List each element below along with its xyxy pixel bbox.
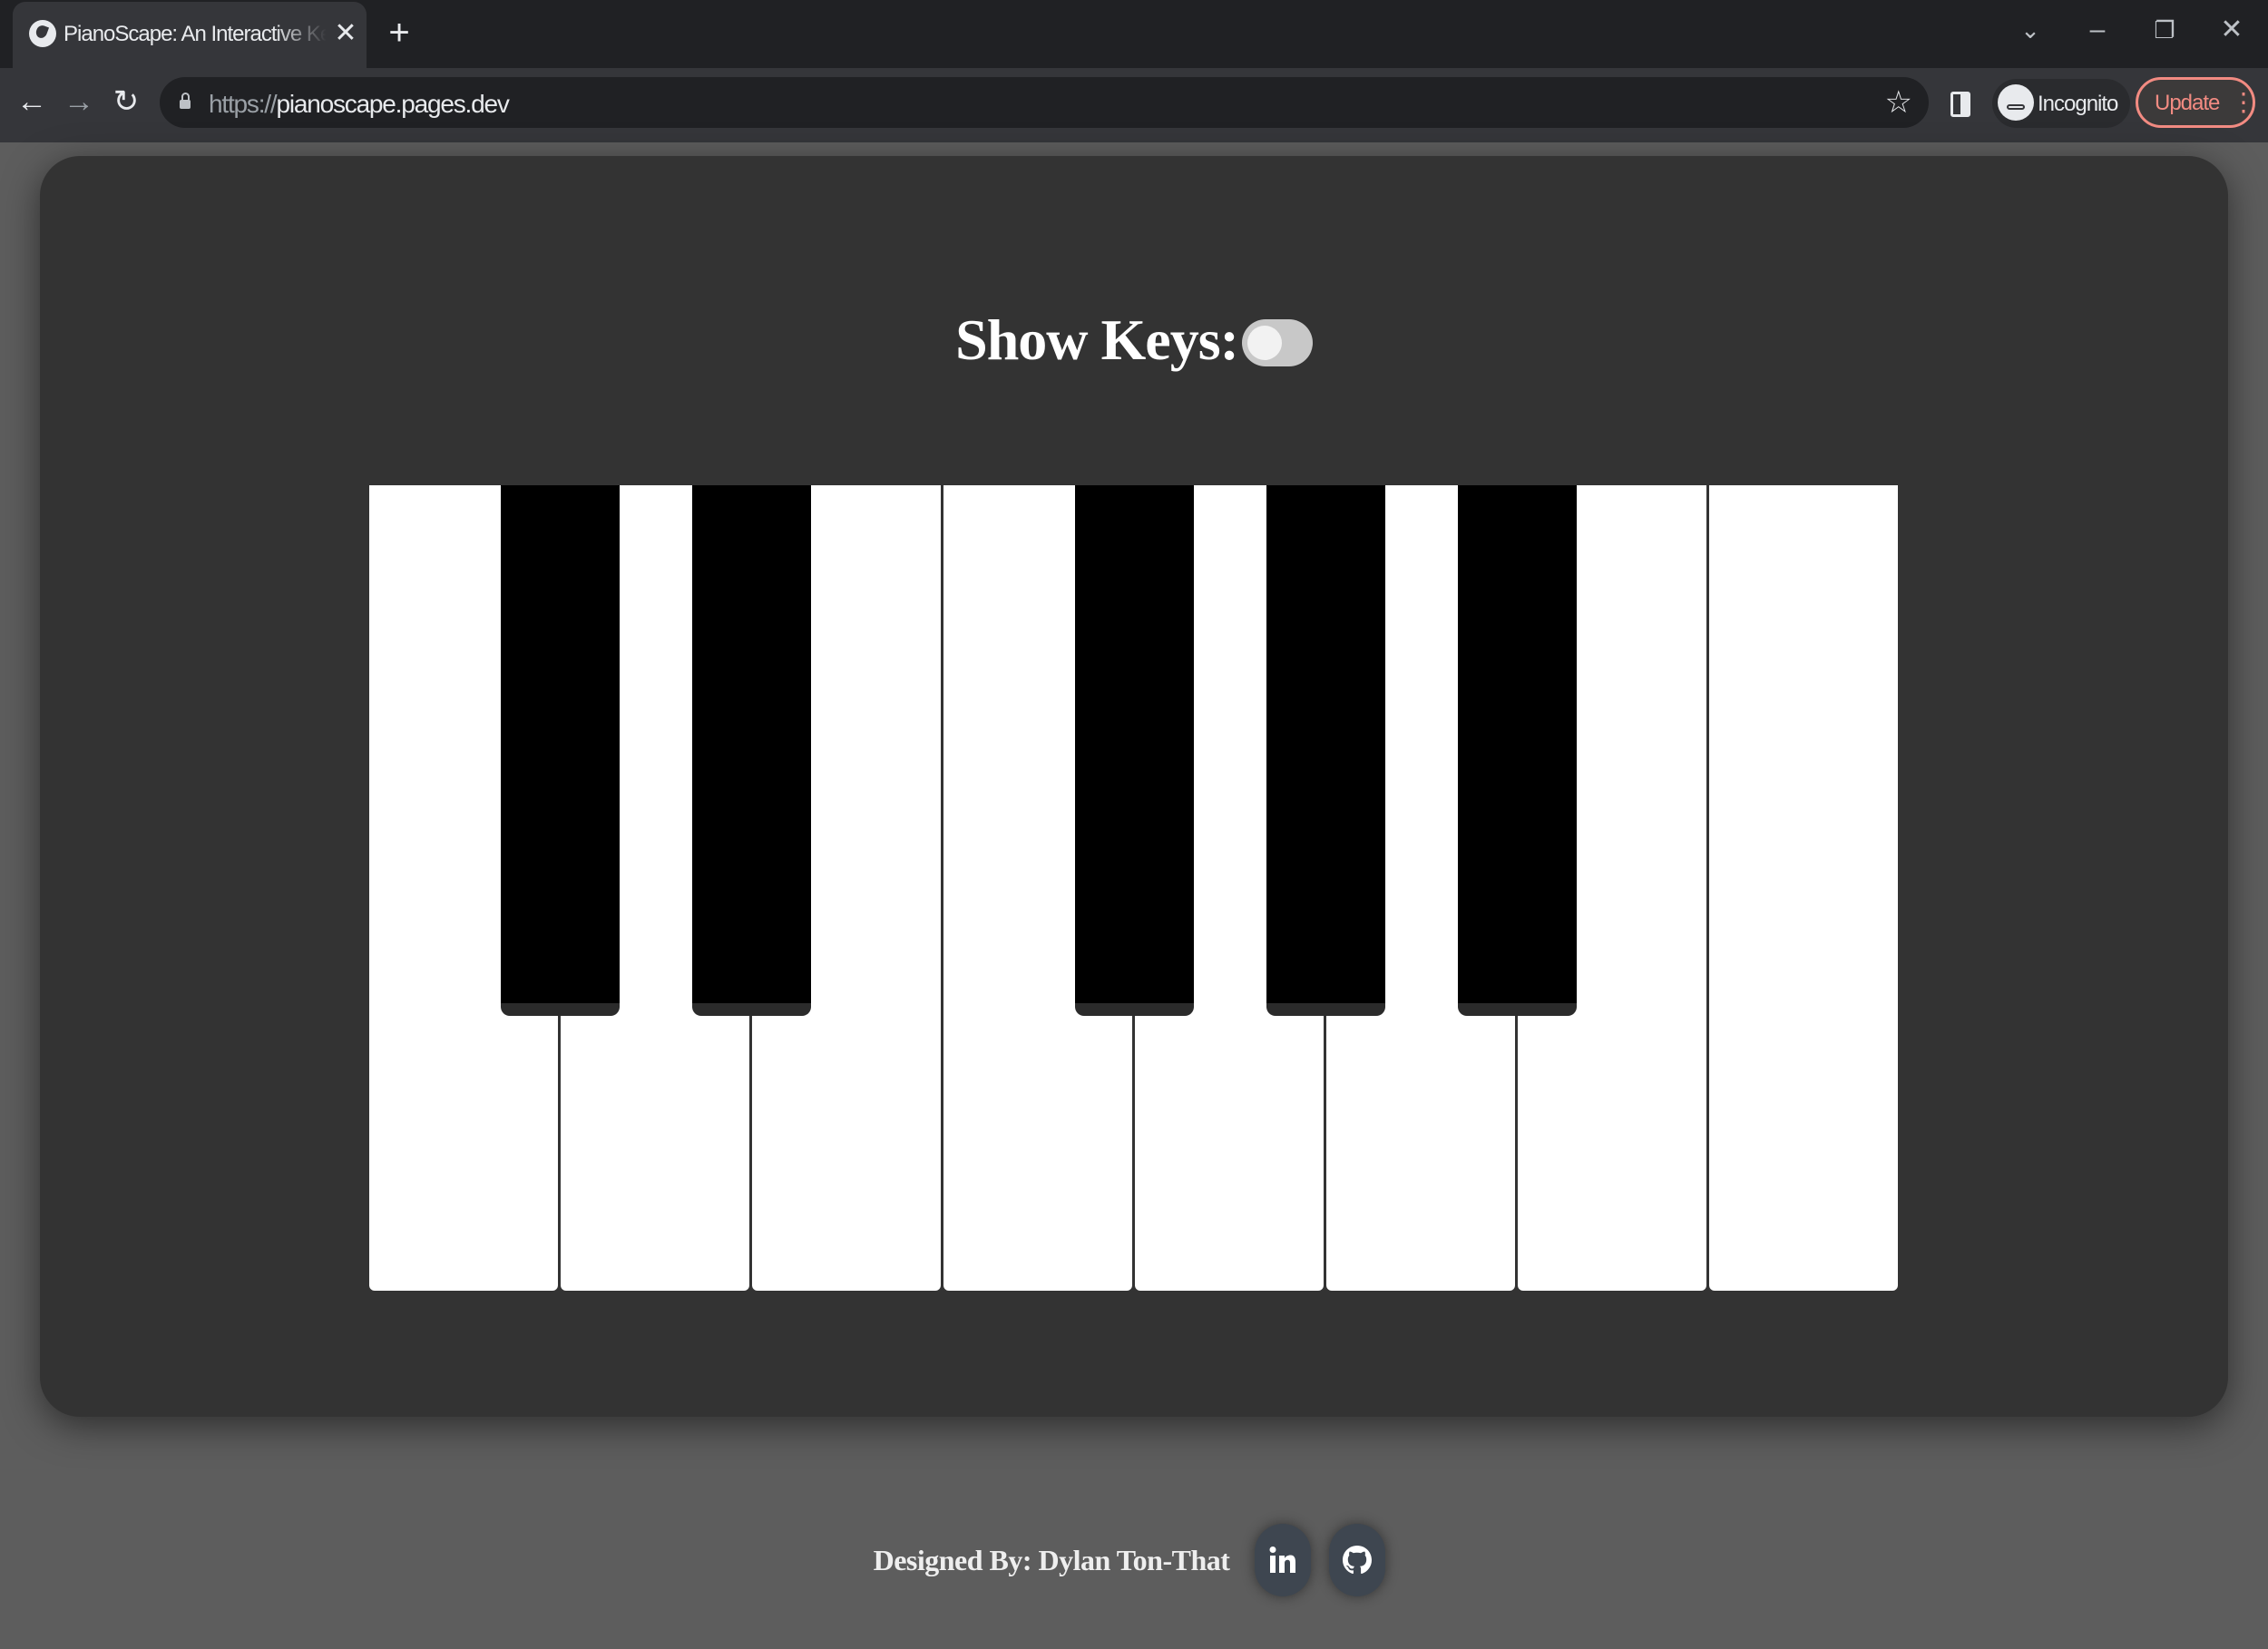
side-panel-icon[interactable] [1950,92,1970,117]
menu-icon[interactable]: ⋮ [2231,87,2256,118]
tab-title: PianoScape: An Interactive Keyboard [64,22,327,46]
forward-icon[interactable]: → [58,81,100,122]
update-button[interactable]: Update ⋮ [2136,77,2256,128]
incognito-icon [1998,84,2034,121]
black-key-2[interactable] [691,485,811,1016]
update-label: Update [2155,91,2220,115]
lock-icon[interactable] [180,93,191,109]
back-icon[interactable]: ← [11,81,53,122]
reload-icon[interactable]: ↻ [105,81,147,122]
url-scheme: https:// [209,90,278,118]
globe-icon [29,20,56,47]
github-icon [1343,1546,1373,1575]
tab-close-icon[interactable]: ✕ [332,18,359,49]
new-tab-button[interactable]: + [383,15,415,51]
show-keys-label: Show Keys: [955,307,1239,372]
incognito-label: Incognito [2038,92,2118,116]
url-text[interactable]: https://pianoscape.pages.dev [209,90,510,119]
bookmark-star-icon[interactable]: ☆ [1885,84,1912,121]
linkedin-button[interactable] [1255,1524,1312,1596]
black-key-5[interactable] [1457,485,1577,1016]
browser-toolbar: ← → ↻ https://pianoscape.pages.dev ☆ Inc… [0,68,2268,142]
url-host: pianoscape.pages.dev [276,90,509,118]
tab-search-icon[interactable]: ⌄ [2005,9,2056,51]
white-key-8[interactable] [1709,485,1898,1291]
close-window-icon[interactable]: ✕ [2206,9,2257,51]
restore-icon[interactable]: ❐ [2139,9,2190,51]
linkedin-icon [1269,1547,1296,1573]
address-bar[interactable]: https://pianoscape.pages.dev ☆ [160,77,1929,128]
piano-keyboard [369,485,1900,1291]
show-keys-toggle[interactable] [1241,319,1313,366]
incognito-badge[interactable]: Incognito [1992,79,2130,128]
designer-credit: Designed By: Dylan Ton-That [873,1543,1230,1576]
minimize-icon[interactable]: – [2072,9,2123,51]
github-button[interactable] [1329,1524,1386,1596]
footer: Designed By: Dylan Ton-That [0,1515,2268,1605]
browser-tab[interactable]: PianoScape: An Interactive Keyboard ✕ [13,2,367,68]
black-key-1[interactable] [500,485,620,1016]
show-keys-row: Show Keys: [0,299,2268,381]
black-key-4[interactable] [1266,485,1385,1016]
toggle-knob[interactable] [1246,326,1282,360]
browser-titlebar: PianoScape: An Interactive Keyboard ✕ + … [0,0,2268,68]
black-key-3[interactable] [1074,485,1194,1016]
